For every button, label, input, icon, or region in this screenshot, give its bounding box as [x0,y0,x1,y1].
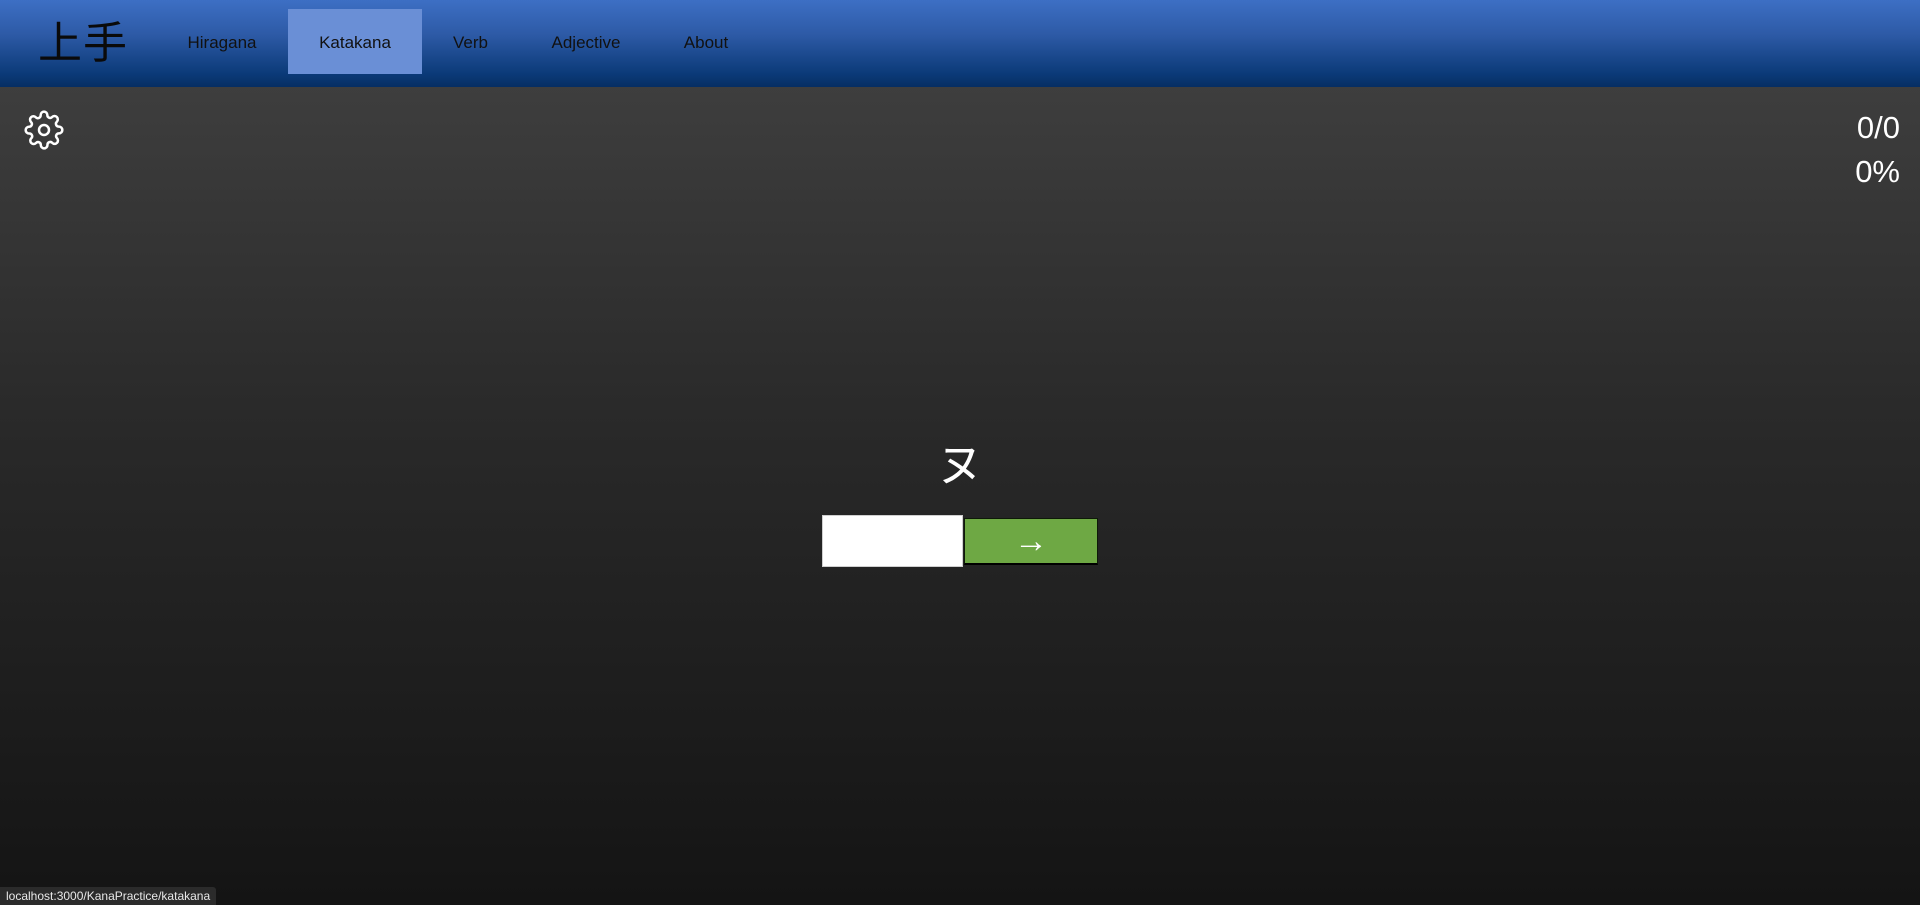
status-bar-url: localhost:3000/KanaPractice/katakana [0,887,217,905]
brand-logo[interactable]: 上手 [38,14,128,74]
score-count: 0/0 [1856,110,1900,145]
top-navbar: 上手 Hiragana Katakana Verb Adjective Abou… [0,0,1920,87]
nav-item-hiragana[interactable]: Hiragana [162,9,282,74]
gear-icon [24,110,64,150]
score-percent: 0% [1855,154,1900,189]
nav-item-katakana[interactable]: Katakana [288,9,422,74]
answer-input[interactable] [822,515,963,567]
kana-prompt: ヌ [937,438,983,492]
nav-item-about[interactable]: About [655,9,757,74]
score-panel: 0/0 0% [1855,106,1900,194]
settings-button[interactable] [24,110,64,150]
submit-button[interactable]: → [964,518,1098,565]
nav-item-adjective[interactable]: Adjective [530,9,642,74]
nav-item-verb[interactable]: Verb [428,9,513,74]
